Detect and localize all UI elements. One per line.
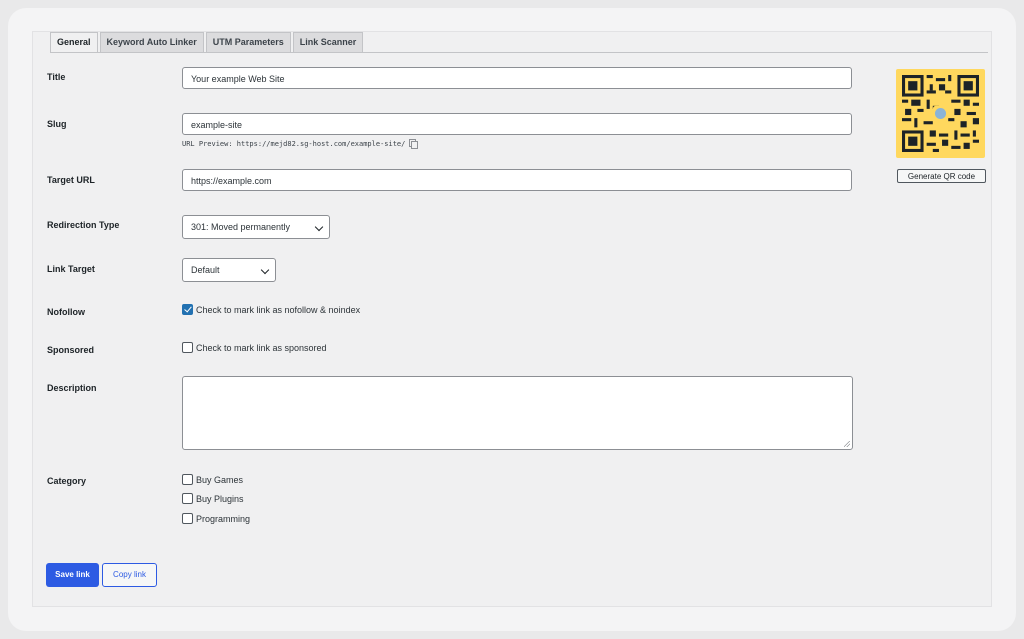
tab-keyword-auto-linker[interactable]: Keyword Auto Linker: [99, 32, 204, 52]
link-target-value: Default: [191, 265, 220, 275]
category-option-label: Programming: [196, 513, 251, 524]
title-input[interactable]: Your example Web Site: [182, 67, 852, 89]
description-label: Description: [47, 383, 97, 393]
category-option[interactable]: Buy Plugins: [182, 493, 244, 504]
generate-qr-code-button[interactable]: Generate QR code: [897, 169, 986, 183]
tab-divider: [50, 52, 988, 53]
category-option-label: Buy Plugins: [196, 493, 244, 504]
copy-icon[interactable]: [409, 139, 419, 149]
slug-label: Slug: [47, 119, 67, 129]
link-target-label: Link Target: [47, 264, 95, 274]
target-url-input[interactable]: https://example.com: [182, 169, 852, 191]
chevron-down-icon: [314, 222, 324, 232]
url-preview-text: URL Preview: https://mejd82.sg-host.com/…: [182, 140, 406, 148]
tab-general[interactable]: General: [50, 32, 98, 53]
sponsored-text: Check to mark link as sponsored: [196, 342, 327, 353]
category-option[interactable]: Programming: [182, 513, 250, 524]
category-checkbox[interactable]: [182, 474, 193, 485]
copy-link-button[interactable]: Copy link: [102, 563, 157, 587]
category-checkbox[interactable]: [182, 513, 193, 524]
tab-utm-parameters[interactable]: UTM Parameters: [205, 32, 291, 52]
category-option-label: Buy Games: [196, 474, 244, 485]
save-link-button[interactable]: Save link: [46, 563, 99, 587]
nofollow-option[interactable]: Check to mark link as nofollow & noindex: [182, 304, 360, 315]
sponsored-option[interactable]: Check to mark link as sponsored: [182, 342, 327, 353]
qr-code-icon: [902, 75, 979, 152]
title-label: Title: [47, 72, 66, 82]
nofollow-label: Nofollow: [47, 307, 85, 317]
category-option[interactable]: Buy Games: [182, 474, 243, 485]
sponsored-label: Sponsored: [47, 345, 95, 355]
resize-handle-icon[interactable]: [844, 441, 850, 447]
chevron-down-icon: [260, 265, 270, 275]
tab-bar: General Keyword Auto Linker UTM Paramete…: [50, 32, 365, 53]
category-checkbox[interactable]: [182, 493, 193, 504]
category-label: Category: [47, 476, 87, 486]
redirection-type-value: 301: Moved permanently: [191, 222, 291, 232]
qr-code-image: [896, 69, 985, 158]
slug-input[interactable]: example-site: [182, 113, 852, 135]
redirection-type-select[interactable]: 301: Moved permanently: [182, 215, 330, 239]
description-textarea[interactable]: [182, 376, 853, 450]
tab-link-scanner[interactable]: Link Scanner: [292, 32, 364, 52]
sponsored-checkbox[interactable]: [182, 342, 193, 353]
nofollow-checkbox[interactable]: [182, 304, 193, 315]
link-target-select[interactable]: Default: [182, 258, 276, 282]
redirection-type-label: Redirection Type: [47, 220, 120, 230]
target-url-label: Target URL: [47, 175, 95, 185]
nofollow-text: Check to mark link as nofollow & noindex: [196, 304, 361, 315]
url-preview: URL Preview: https://mejd82.sg-host.com/…: [182, 139, 419, 149]
